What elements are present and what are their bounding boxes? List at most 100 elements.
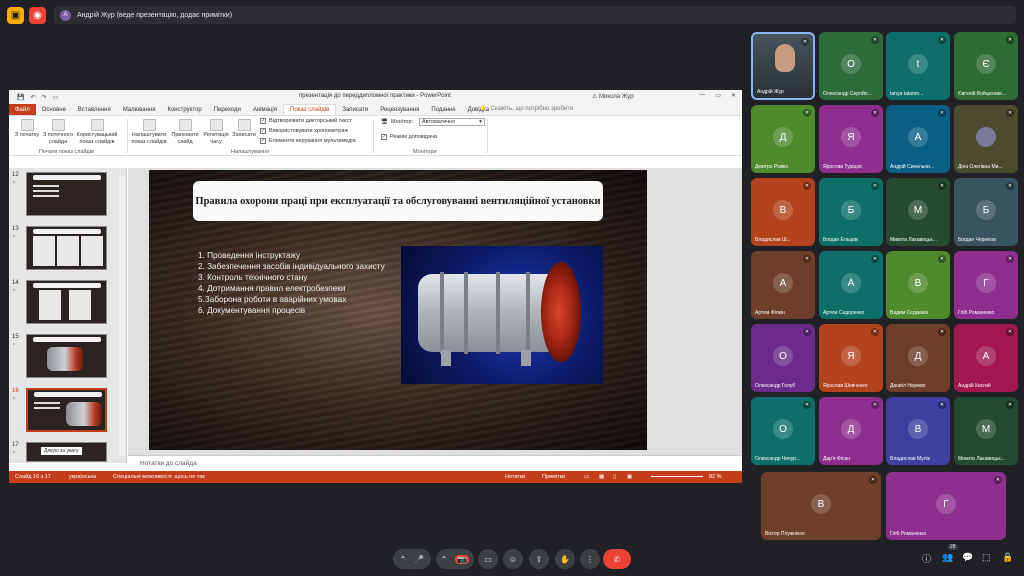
ventilation-fan-image[interactable] bbox=[401, 246, 603, 384]
reading-view-icon[interactable]: ▯ bbox=[613, 474, 616, 480]
camera-off-icon[interactable]: 📷 bbox=[455, 554, 470, 564]
monitor-select[interactable]: Автоматично ▾ bbox=[419, 118, 485, 126]
participant-tile[interactable]: ✕ Є Євгеній Войцехове... bbox=[954, 32, 1018, 100]
close-icon[interactable]: ✕ bbox=[731, 92, 736, 99]
participant-tile[interactable]: ✕ А Андрій Кисгий bbox=[954, 324, 1018, 392]
tell-me-search[interactable]: 💡 Скажіть, що потрібно зробити bbox=[479, 106, 573, 113]
tab-file[interactable]: Файл bbox=[9, 104, 36, 115]
notes-pane[interactable]: Нотатки до слайда bbox=[128, 455, 742, 471]
participant-tile[interactable]: ✕ О Олександр Чепур... bbox=[751, 397, 815, 465]
mic-options-chevron-icon[interactable]: ⌃ bbox=[400, 555, 407, 564]
tab-view[interactable]: Подання bbox=[425, 104, 461, 115]
leave-call-button[interactable]: ✆ bbox=[603, 549, 631, 569]
camera-options-chevron-icon[interactable]: ⌃ bbox=[441, 555, 448, 564]
tab-transitions[interactable]: Переходи bbox=[208, 104, 247, 115]
thumbnail-slide-16[interactable]: 16 * bbox=[9, 388, 127, 438]
save-icon[interactable]: 💾 bbox=[17, 94, 24, 101]
participant-tile[interactable]: ✕ Я Ярослав Шевченко bbox=[819, 324, 883, 392]
participant-tile[interactable]: ✕ В Вадим Сєрдюкін bbox=[886, 251, 950, 319]
media-controls-checkbox[interactable]: ✓ Елементи керування мультимедіа bbox=[260, 138, 356, 144]
participant-tile[interactable]: ✕ Д Даниїл Наумов bbox=[886, 324, 950, 392]
maximize-icon[interactable]: ▭ bbox=[715, 92, 721, 99]
participant-tile[interactable]: ✕ Б Богдан Черніков bbox=[954, 178, 1018, 246]
zoom-level[interactable]: 82 % bbox=[709, 474, 722, 480]
timings-checkbox[interactable]: ✓ Використовувати хронометраж bbox=[260, 128, 348, 134]
minimize-icon[interactable]: — bbox=[699, 92, 705, 99]
participant-tile[interactable]: ✕ Андрій Жур bbox=[751, 32, 815, 100]
notes-button[interactable]: Нотатки bbox=[505, 474, 525, 480]
tab-home[interactable]: Основне bbox=[36, 104, 72, 115]
accessibility-status[interactable]: Спеціальні можливості: щось не так bbox=[113, 474, 205, 480]
raise-hand-button[interactable]: ✋ bbox=[555, 549, 575, 569]
setup-show-button[interactable]: Налаштувати показ слайдів bbox=[129, 119, 169, 146]
participant-tile[interactable]: ✕ М Микита Лакавицьк... bbox=[886, 178, 950, 246]
thumbnail-slide-15[interactable]: 15 * bbox=[9, 334, 127, 384]
slideshow-icon[interactable]: ▭ bbox=[53, 94, 59, 101]
zoom-slider[interactable] bbox=[651, 476, 703, 477]
participant-tile[interactable]: ✕ А Артем Філкін bbox=[751, 251, 815, 319]
mic-icon[interactable]: 🎤 bbox=[414, 555, 424, 564]
present-button[interactable]: ⇧ bbox=[529, 549, 549, 569]
thumbnail-slide-12[interactable]: 12 * bbox=[9, 172, 127, 222]
ribbon-divider bbox=[127, 119, 128, 153]
custom-show-button[interactable]: Користувацький показ слайдів bbox=[75, 119, 119, 146]
tab-draw[interactable]: Малювання bbox=[117, 104, 162, 115]
chat-icon[interactable]: 💬 bbox=[962, 552, 973, 563]
participant-tile[interactable]: ✕ В Владислав Ш... bbox=[751, 178, 815, 246]
people-icon[interactable]: 👥 bbox=[942, 552, 953, 563]
record-icon[interactable]: ◉ bbox=[29, 7, 46, 24]
current-slide[interactable]: Правила охорони праці при експлуатації т… bbox=[149, 170, 647, 450]
slide-bullet-list[interactable]: 1. Проведення інструктажу 2. Забезпеченн… bbox=[198, 250, 398, 316]
participant-tile[interactable]: ✕ Б Богдан Ельцов bbox=[819, 178, 883, 246]
participant-tile[interactable]: ✕ А Артем Сидоренко bbox=[819, 251, 883, 319]
slideshow-view-icon[interactable]: ▣ bbox=[627, 474, 632, 480]
language-indicator[interactable]: українська bbox=[69, 474, 96, 480]
participant-tile[interactable]: ✕ Г Гліб Романенко bbox=[886, 472, 1006, 540]
normal-view-icon[interactable]: ▭ bbox=[584, 474, 589, 480]
participant-tile[interactable]: ✕ Я Ярослав Туріцов bbox=[819, 105, 883, 173]
captions-button[interactable]: ▭ bbox=[478, 549, 498, 569]
tab-animations[interactable]: Анімація bbox=[247, 104, 283, 115]
account-name[interactable]: ⚠ Микола Жур bbox=[592, 93, 634, 100]
participant-tile[interactable]: ✕ Д Дар'я Фісан bbox=[819, 397, 883, 465]
from-current-button[interactable]: З поточного слайда bbox=[41, 119, 75, 146]
redo-icon[interactable]: ↷ bbox=[42, 94, 47, 101]
hide-slide-button[interactable]: Приховати слайд bbox=[169, 119, 201, 146]
thumbnail-slide-14[interactable]: 14 * bbox=[9, 280, 127, 330]
thumbnail-scrollbar[interactable] bbox=[119, 176, 125, 456]
undo-icon[interactable]: ↶ bbox=[30, 94, 35, 101]
more-options-button[interactable]: ⋮ bbox=[580, 549, 600, 569]
participant-name: Гліб Романенко bbox=[958, 310, 995, 316]
host-controls-icon[interactable]: 🔒 bbox=[1002, 552, 1013, 563]
reactions-button[interactable]: ☺ bbox=[503, 549, 523, 569]
participant-tile[interactable]: ✕ В Віктор Плужнікое bbox=[761, 472, 881, 540]
record-show-button[interactable]: Записати bbox=[231, 119, 257, 139]
thumbnail-slide-13[interactable]: 13 * bbox=[9, 226, 127, 276]
narration-checkbox[interactable]: ✓ Відтворювати дикторський текст bbox=[260, 118, 352, 124]
activities-icon[interactable]: ⬚ bbox=[982, 552, 991, 563]
rehearse-timings-button[interactable]: Репетиція часу bbox=[202, 119, 230, 146]
presenter-chip[interactable]: A Андрій Жур (веде презентацію, додає пр… bbox=[54, 6, 1016, 24]
participant-tile[interactable]: ✕ t tanya tataren... bbox=[886, 32, 950, 100]
participant-tile[interactable]: ✕ В Владислав Мулік bbox=[886, 397, 950, 465]
participant-tile[interactable]: ✕ М Микита Лакавицьк... bbox=[954, 397, 1018, 465]
participant-tile[interactable]: ✕ Діна Олегівна Ми... bbox=[954, 105, 1018, 173]
tab-review[interactable]: Рецензування bbox=[374, 104, 425, 115]
from-start-button[interactable]: З початку bbox=[13, 119, 41, 139]
presenter-view-checkbox[interactable]: ✓ Режим доповідача bbox=[381, 134, 437, 140]
participant-tile[interactable]: ✕ О Олександр Сергійо... bbox=[819, 32, 883, 100]
slide-title[interactable]: Правила охорони праці при експлуатації т… bbox=[193, 181, 603, 221]
comments-button[interactable]: Примітки bbox=[542, 474, 565, 480]
participant-tile[interactable]: ✕ Г Гліб Романенко bbox=[954, 251, 1018, 319]
info-icon[interactable]: ⓘ bbox=[922, 552, 931, 565]
participant-tile[interactable]: ✕ А Андрій Синельни... bbox=[886, 105, 950, 173]
participant-tile[interactable]: ✕ О Олександр Голуб bbox=[751, 324, 815, 392]
participant-tile[interactable]: ✕ Д Дмитро Рожко bbox=[751, 105, 815, 173]
tab-slideshow[interactable]: Показ слайдів bbox=[283, 104, 337, 115]
present-icon[interactable]: ▣ bbox=[7, 7, 24, 24]
tab-design[interactable]: Конструктор bbox=[161, 104, 207, 115]
tab-record[interactable]: Записати bbox=[336, 104, 374, 115]
thumbnail-slide-17[interactable]: 17 * Дякую за увагу bbox=[9, 442, 127, 464]
sorter-view-icon[interactable]: ▦ bbox=[599, 474, 604, 480]
tab-insert[interactable]: Вставлення bbox=[72, 104, 117, 115]
